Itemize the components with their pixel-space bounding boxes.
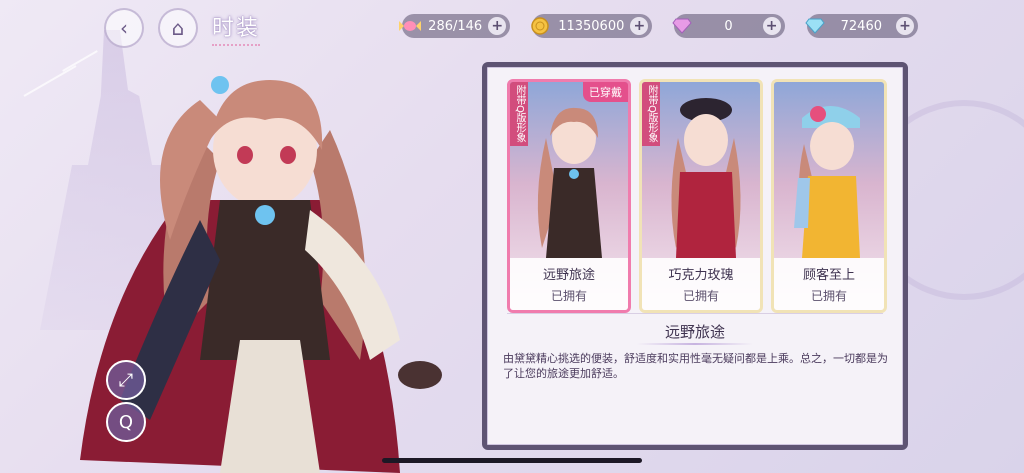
blue-diamond-value: 72460	[840, 18, 882, 34]
title-underline	[637, 343, 753, 345]
outfit-name: 巧克力玫瑰	[668, 268, 734, 283]
gold-coin-icon	[528, 14, 552, 38]
outfit-info: 远野旅途 已拥有	[510, 258, 628, 310]
q-rotate-icon: Q	[118, 411, 134, 433]
outfit-portrait	[788, 98, 872, 258]
add-gold-button[interactable]: +	[630, 17, 649, 35]
candy-icon	[398, 14, 422, 38]
outfit-name: 远野旅途	[542, 268, 595, 283]
add-pink-diamond-button[interactable]: +	[762, 17, 781, 35]
outfit-panel: 附带Q版形象 已穿戴 远野旅途 已拥有 附带Q版形象 巧克力玫瑰 已拥有 顾客至…	[482, 62, 908, 450]
resource-candy: 286/146 +	[399, 14, 511, 38]
outfit-status: 已拥有	[810, 289, 847, 303]
home-indicator[interactable]	[382, 458, 642, 463]
outfit-status: 已拥有	[550, 289, 587, 303]
equipped-badge: 已穿戴	[583, 82, 628, 102]
outfit-list: 附带Q版形象 已穿戴 远野旅途 已拥有 附带Q版形象 巧克力玫瑰 已拥有 顾客至…	[507, 79, 887, 313]
resource-pink-diamond: 0 +	[672, 14, 785, 38]
chibi-included-ribbon: 附带Q版形象	[642, 82, 660, 146]
outfit-card[interactable]: 附带Q版形象 巧克力玫瑰 已拥有	[639, 79, 763, 313]
fullscreen-button[interactable]: ⤢	[106, 360, 146, 400]
divider	[507, 313, 883, 314]
back-arrow-icon: ‹	[120, 16, 128, 40]
candy-value: 286/146	[428, 18, 483, 34]
selected-outfit-title: 远野旅途	[664, 323, 725, 341]
pink-diamond-icon	[670, 14, 694, 38]
add-blue-diamond-button[interactable]: +	[896, 17, 914, 35]
outfit-portrait	[664, 98, 748, 258]
pink-diamond-value: 0	[724, 18, 733, 34]
chibi-view-button[interactable]: Q	[106, 402, 146, 442]
chibi-included-ribbon: 附带Q版形象	[510, 82, 528, 146]
outfit-status: 已拥有	[682, 289, 719, 303]
resource-gold: 11350600 +	[531, 14, 653, 38]
castle-home-icon: ⌂	[171, 16, 185, 40]
outfit-card[interactable]: 附带Q版形象 已穿戴 远野旅途 已拥有	[507, 79, 631, 313]
gold-value: 11350600	[558, 18, 625, 34]
expand-arrows-icon: ⤢	[118, 369, 134, 391]
outfit-description: 由黛黛精心挑选的便装，舒适度和实用性毫无疑问都是上乘。总之，一切都是为了让您的旅…	[503, 352, 888, 380]
resource-blue-diamond: 72460 +	[804, 14, 918, 38]
outfit-card[interactable]: 顾客至上 已拥有	[771, 79, 887, 313]
outfit-portrait	[532, 98, 616, 258]
outfit-name: 顾客至上	[802, 268, 855, 283]
blue-diamond-icon	[803, 14, 827, 38]
add-candy-button[interactable]: +	[488, 17, 507, 35]
outfit-info: 顾客至上 已拥有	[774, 258, 884, 310]
outfit-info: 巧克力玫瑰 已拥有	[642, 258, 760, 310]
resource-bar: 286/146 + 11350600 + 0 + 72460 +	[399, 14, 918, 38]
